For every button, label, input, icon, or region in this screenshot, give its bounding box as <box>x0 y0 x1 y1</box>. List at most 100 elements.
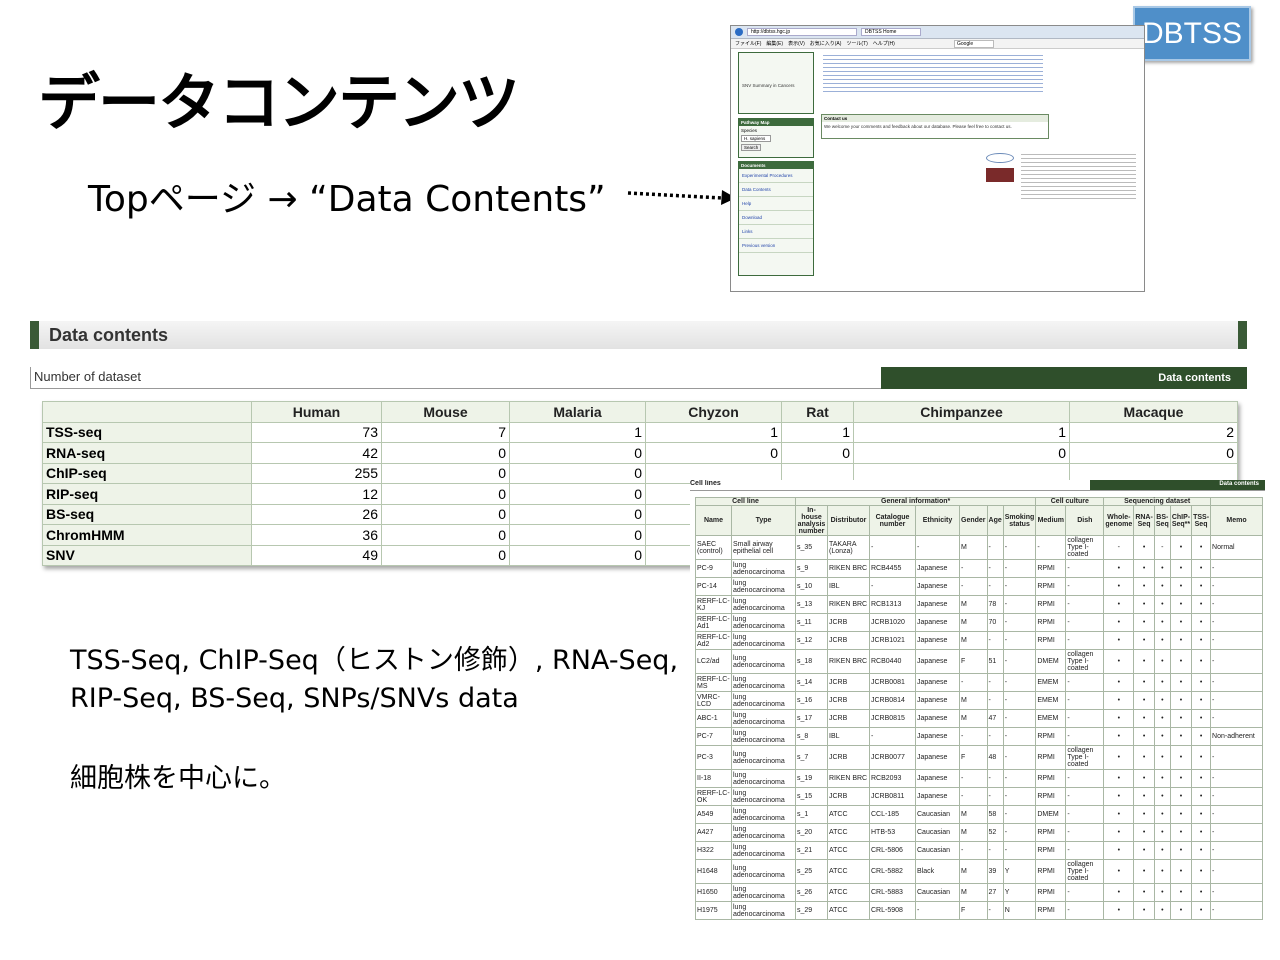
cell-line-cell: Japanese <box>915 631 960 650</box>
cell-line-cell: lung adenocarcinoma <box>731 613 796 632</box>
cell-line-cell: • <box>1169 883 1193 902</box>
cell-line-cell: Japanese <box>915 787 960 806</box>
cell-line-cell: Japanese <box>915 559 960 578</box>
cell-line-cell: - <box>1065 691 1105 710</box>
cell-line-cell: • <box>1191 901 1212 920</box>
cell-line-cell: - <box>1065 595 1105 614</box>
cell-lines-tab[interactable]: Data contents <box>1090 480 1265 490</box>
cell-line-cell: RCB1313 <box>869 595 916 614</box>
cell-line-cell: • <box>1169 805 1193 824</box>
browser-address-bar[interactable]: http://dbtss.hgc.jp DBTSS Home <box>731 26 1144 39</box>
cell-lines-table: Cell line General information* Cell cult… <box>695 497 1264 920</box>
cell-line-cell: - <box>986 727 1004 746</box>
cell-line-cell: - <box>959 769 988 788</box>
cell-line-cell: - <box>1002 559 1037 578</box>
cell-line-cell: s_12 <box>795 631 828 650</box>
cell-line-cell: • <box>1169 649 1193 674</box>
cell-line-cell: RPMI <box>1035 787 1067 806</box>
cell-line-cell: - <box>1002 535 1037 560</box>
cell-line-cell: Normal <box>1210 535 1264 560</box>
cell-line-cell: Caucasian <box>915 805 960 824</box>
cell-line-cell: - <box>986 535 1004 560</box>
browser-tab[interactable]: DBTSS Home <box>861 28 921 36</box>
cell-line-cell: • <box>1169 727 1193 746</box>
data-contents-tab[interactable]: Data contents <box>881 367 1247 389</box>
menu-tools[interactable]: ツール(T) <box>846 40 867 47</box>
cell-line-cell: • <box>1103 745 1135 770</box>
col-header-malaria: Malaria <box>509 401 646 423</box>
cell-line-cell: - <box>1210 805 1264 824</box>
browser-search[interactable]: Google <box>954 39 994 48</box>
cell-line-cell: RIKEN BRC <box>827 649 870 674</box>
cell-line-cell: VMRC-LCD <box>695 691 732 710</box>
cell-line-cell: - <box>915 535 960 560</box>
back-icon[interactable] <box>735 28 743 36</box>
dataset-count-cell: 42 <box>251 442 382 464</box>
species-select[interactable]: H. sapiens <box>741 135 771 142</box>
cell-line-cell: • <box>1103 805 1135 824</box>
menu-edit[interactable]: 編集(E) <box>766 40 783 47</box>
cell-line-cell: • <box>1133 787 1155 806</box>
cell-line-cell: • <box>1153 841 1171 860</box>
cell-line-cell: • <box>1191 805 1212 824</box>
group-cell-line: Cell line <box>695 497 796 506</box>
doc-link-help[interactable]: Help <box>739 197 813 211</box>
cell-line-cell: lung adenocarcinoma <box>731 727 796 746</box>
cell-line-cell: • <box>1153 769 1171 788</box>
cell-line-cell: • <box>1153 691 1171 710</box>
cell-line-row: PC-7 lung adenocarcinoma s_8 IBL - Japanese - -… <box>695 727 1264 746</box>
cell-line-cell: - <box>1065 883 1105 902</box>
url-field[interactable]: http://dbtss.hgc.jp <box>747 28 857 36</box>
cell-line-cell: - <box>1002 787 1037 806</box>
cell-line-cell: • <box>1191 649 1212 674</box>
snv-summary-label[interactable]: SNV Summary in Cancers <box>739 53 813 92</box>
cell-line-cell: Small airway epithelial cell <box>731 535 796 560</box>
cell-line-cell: DMEM <box>1035 805 1067 824</box>
doc-link-links[interactable]: Links <box>739 225 813 239</box>
cell-line-cell: Japanese <box>915 691 960 710</box>
dataset-count-cell: 7 <box>381 421 510 443</box>
menu-help[interactable]: ヘルプ(H) <box>873 40 895 47</box>
cell-line-cell: - <box>1210 613 1264 632</box>
pathway-title: Pathway Map <box>739 119 813 126</box>
cell-line-cell: CRL-5883 <box>869 883 916 902</box>
cell-line-cell: lung adenocarcinoma <box>731 673 796 692</box>
doc-link-previous[interactable]: Previous version <box>739 239 813 253</box>
cell-line-cell: • <box>1153 859 1171 884</box>
dataset-count-cell: 0 <box>381 442 510 464</box>
menu-view[interactable]: 表示(V) <box>788 40 805 47</box>
cell-line-cell: 47 <box>986 709 1004 728</box>
nbdc-logo <box>986 153 1014 163</box>
browser-menu: ファイル(F) 編集(E) 表示(V) お気に入り(A) ツール(T) ヘルプ(… <box>731 39 1144 49</box>
cell-line-cell: - <box>1210 709 1264 728</box>
cell-col-header: Name <box>695 505 732 536</box>
pathway-search-button[interactable]: Search <box>741 144 761 151</box>
doc-link-experimental[interactable]: Experimental Procedures <box>739 169 813 183</box>
doc-link-data-contents[interactable]: Data Contents <box>739 183 813 197</box>
doc-link-download[interactable]: Download <box>739 211 813 225</box>
cell-line-cell: • <box>1103 673 1135 692</box>
documents-sidebox: Documents Experimental Procedures Data C… <box>738 161 814 276</box>
cell-line-cell: - <box>1065 805 1105 824</box>
cell-line-cell: lung adenocarcinoma <box>731 577 796 596</box>
cell-line-cell: ATCC <box>827 883 870 902</box>
menu-favorites[interactable]: お気に入り(A) <box>810 40 842 47</box>
menu-file[interactable]: ファイル(F) <box>735 40 761 47</box>
col-header-mouse: Mouse <box>381 401 510 423</box>
cell-line-row: RERF-LC-KJ lung adenocarcinoma s_13 RIKEN B… <box>695 595 1264 614</box>
cell-line-cell: • <box>1191 823 1212 842</box>
cell-line-cell: - <box>986 787 1004 806</box>
dataset-count-cell: 12 <box>251 483 382 505</box>
data-types-note: TSS-Seq, ChIP-Seq（ヒストン修飾）, RNA-Seq, RIP-… <box>70 642 678 718</box>
cell-line-cell: 27 <box>986 883 1004 902</box>
cell-line-cell: • <box>1191 787 1212 806</box>
cell-line-cell: • <box>1153 577 1171 596</box>
dataset-row: RNA-seq 42 0 0 0 0 0 0 <box>42 442 1238 464</box>
dataset-count-cell: 36 <box>251 524 382 546</box>
cell-line-cell: IBL <box>827 727 870 746</box>
cell-line-cell: - <box>1210 577 1264 596</box>
documents-title: Documents <box>739 162 813 169</box>
mext-logo <box>986 168 1014 182</box>
cell-col-header: RNA-Seq <box>1133 505 1155 536</box>
cell-line-cell: • <box>1153 673 1171 692</box>
